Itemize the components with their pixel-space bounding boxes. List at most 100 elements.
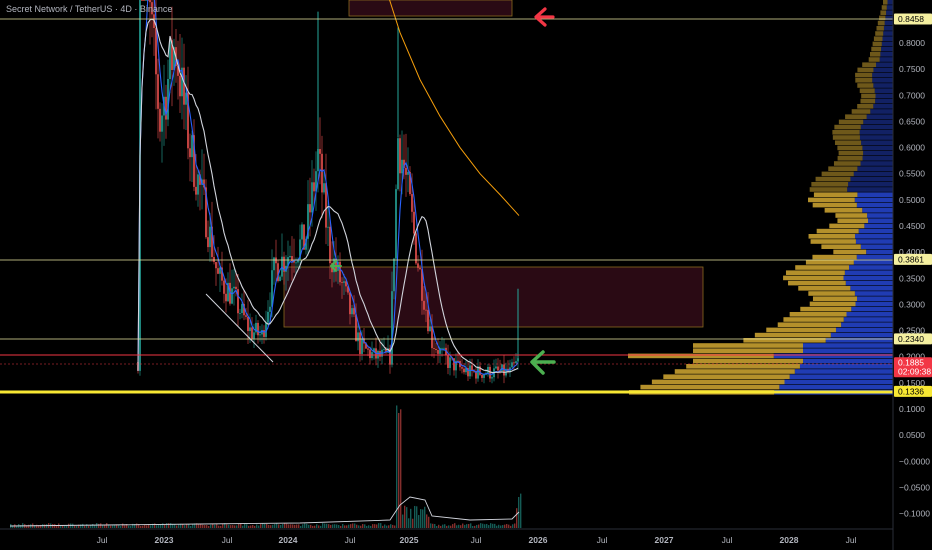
- vp-bar-gold: [883, 0, 888, 5]
- volume-bar: [264, 523, 266, 528]
- volume-bar: [356, 524, 358, 528]
- vp-bar-gold: [832, 135, 860, 140]
- volume-bar: [374, 524, 376, 528]
- volume-bar: [364, 524, 366, 528]
- vp-bar-blue: [856, 296, 893, 301]
- candle-body: [511, 362, 513, 368]
- candle-body: [269, 306, 271, 312]
- volume-bar: [192, 523, 194, 528]
- volume-bar: [44, 524, 46, 528]
- volume-bar: [340, 525, 342, 528]
- vp-bar-blue: [854, 197, 893, 203]
- vp-bar-gold: [808, 197, 855, 203]
- vp-bar-blue: [856, 202, 893, 208]
- price-tick-label: 0.6000: [899, 143, 925, 153]
- volume-bar: [510, 525, 512, 528]
- volume-bar: [442, 524, 444, 528]
- vp-bar-gold: [855, 72, 873, 78]
- vp-bar-gold: [812, 296, 857, 301]
- volume-bar: [496, 525, 498, 528]
- volume-bar: [508, 524, 510, 528]
- volume-bar: [302, 524, 304, 528]
- vp-bar-gold: [651, 379, 785, 385]
- candle-body: [393, 258, 395, 292]
- volume-bar: [54, 524, 56, 528]
- vp-bar-gold: [821, 171, 854, 177]
- vp-bar-gold: [870, 52, 881, 57]
- volume-bar: [446, 525, 448, 528]
- candle-body: [447, 355, 449, 368]
- volume-bar: [322, 523, 324, 528]
- volume-bar: [136, 523, 138, 528]
- price-chart[interactable]: 0.8000 0.7500 0.7000 0.6500 0.6000 0.5500 0.50…: [0, 0, 932, 550]
- candle-body: [149, 0, 151, 3]
- volume-bar: [146, 525, 148, 528]
- volume-bar: [456, 525, 458, 528]
- volume-bar: [130, 525, 132, 528]
- candle-body: [361, 338, 363, 354]
- volume-bar: [492, 523, 494, 528]
- candle-body: [413, 211, 415, 234]
- trendline: [205, 293, 274, 363]
- volume-bar: [64, 525, 66, 528]
- volume-bar: [248, 525, 250, 528]
- volume-bar: [294, 524, 296, 528]
- vp-bar-gold: [838, 119, 864, 125]
- candle-body: [369, 349, 371, 359]
- candle-body: [273, 257, 275, 271]
- candle-body: [215, 261, 217, 269]
- volume-bar: [280, 524, 282, 528]
- volume-bar: [100, 523, 102, 528]
- volume-bar: [84, 525, 86, 528]
- candle-body: [313, 182, 315, 192]
- volume-bar: [512, 524, 514, 528]
- volume-bar: [320, 525, 322, 528]
- vp-bar-blue: [803, 348, 893, 353]
- volume-bar: [210, 524, 212, 528]
- vp-bar-gold: [829, 223, 865, 229]
- candle-body: [323, 183, 325, 193]
- candle-body: [449, 357, 451, 368]
- price-tick-label: 0.8000: [899, 38, 925, 48]
- volume-bar: [430, 523, 432, 528]
- price-axis[interactable]: 0.8000 0.7500 0.7000 0.6500 0.6000 0.5500 0.50…: [892, 0, 932, 550]
- time-axis[interactable]: Jul 2023 Jul 2024 Jul 2025 Jul 2026 Jul 2027 Jul 20…: [0, 528, 893, 545]
- vp-bar-blue: [859, 135, 893, 140]
- volume-bar: [232, 525, 234, 528]
- volume-bar: [274, 524, 276, 528]
- time-tick-label: Jul: [345, 535, 356, 545]
- vp-bar-gold: [834, 124, 861, 130]
- candle-body: [141, 0, 143, 1]
- vp-bar-gold: [879, 15, 886, 21]
- volume-bar: [316, 524, 318, 528]
- candle-body: [427, 310, 429, 332]
- volume-bar: [246, 524, 248, 528]
- vp-bar-gold: [674, 369, 795, 374]
- candle-body: [241, 304, 243, 314]
- candle-body: [257, 322, 259, 336]
- volume-bar: [284, 523, 286, 528]
- volume-bar: [398, 412, 400, 528]
- volume-bar: [92, 523, 94, 528]
- volume-bar: [234, 525, 236, 528]
- volume-bar: [262, 523, 264, 528]
- vp-bar-gold: [860, 98, 876, 104]
- vp-bar-blue: [856, 254, 893, 260]
- candle-body: [213, 257, 215, 262]
- volume-bar: [412, 518, 414, 528]
- volume-bar: [450, 525, 452, 528]
- volume-bar: [150, 525, 152, 528]
- volume-bar: [514, 523, 516, 528]
- vp-bar-blue: [859, 130, 893, 135]
- vp-bar-gold: [809, 187, 848, 192]
- volume-bar: [424, 506, 426, 528]
- candle-body: [311, 182, 313, 213]
- volume-bar: [278, 524, 280, 528]
- vp-bar-blue: [845, 280, 893, 286]
- candle-body: [351, 308, 353, 315]
- price-tick-label: 0.5000: [899, 195, 925, 205]
- volume-bar: [400, 409, 402, 528]
- candle-body: [263, 329, 265, 337]
- volume-bar: [388, 525, 390, 528]
- volume-bar: [414, 505, 416, 528]
